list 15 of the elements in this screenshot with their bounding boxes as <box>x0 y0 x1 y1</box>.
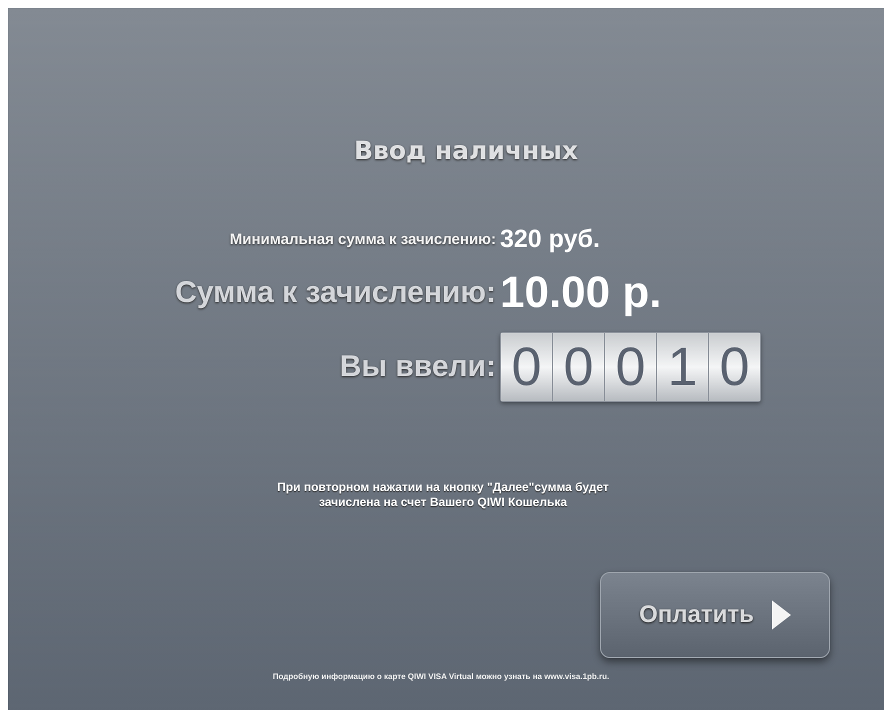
field-label: Вы ввели: <box>340 350 497 384</box>
amount-value: 10.00 р. <box>500 268 662 318</box>
counter-digit: 0 <box>501 333 553 401</box>
field-label: Сумма к зачислению: <box>175 276 497 310</box>
screen-title: Ввод наличных <box>354 136 578 165</box>
pay-button[interactable]: Оплатить <box>600 572 830 658</box>
counter-digit: 0 <box>605 333 657 401</box>
info-note: При повторном нажатии на кнопку "Далее"сумма будет зачислена на счет Вашего QIWI Кошелька <box>277 480 609 510</box>
footer-note: Подробную информацию о карте QIWI VISA Virtual можно узнать на www.visa.1pb.ru. <box>272 672 610 681</box>
field-label: Минимальная сумма к зачислению: <box>230 231 497 248</box>
play-arrow-icon <box>772 600 791 630</box>
amount-value: 320 руб. <box>500 225 601 254</box>
counter-digit: 1 <box>657 333 709 401</box>
counter-digit: 0 <box>553 333 605 401</box>
counter-digit: 0 <box>709 333 760 401</box>
